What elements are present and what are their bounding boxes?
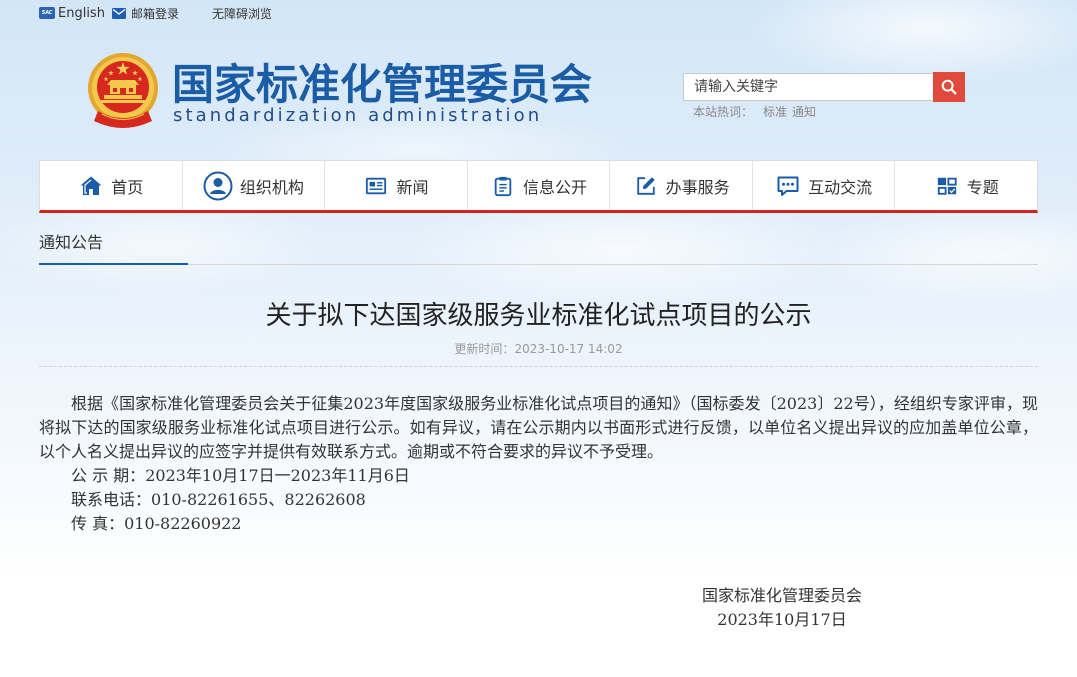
top-bar: SAC English 邮箱登录 无障碍浏览 bbox=[39, 4, 299, 22]
national-emblem-icon bbox=[86, 51, 160, 129]
article-divider bbox=[39, 366, 1038, 367]
nav-label: 信息公开 bbox=[523, 177, 588, 197]
nav-item-services[interactable]: 办事服务 bbox=[610, 161, 753, 210]
hot-words: 本站热词： 标准 通知 bbox=[693, 104, 816, 120]
hot-words-label: 本站热词： bbox=[693, 105, 754, 119]
search-button[interactable] bbox=[933, 72, 965, 102]
article-updated: 更新时间：2023-10-17 14:02 bbox=[39, 342, 1038, 356]
nav-label: 互动交流 bbox=[808, 177, 873, 197]
newspaper-icon bbox=[363, 173, 389, 199]
period-value: 2023年10月17日一2023年11月6日 bbox=[145, 466, 410, 485]
hot-word-link[interactable]: 通知 bbox=[792, 104, 816, 120]
nav-item-news[interactable]: 新闻 bbox=[325, 161, 468, 210]
signature-org: 国家标准化管理委员会 bbox=[701, 586, 862, 605]
section-divider bbox=[39, 264, 1038, 265]
phone-label: 联系电话： bbox=[71, 490, 152, 509]
phone-value: 010-82261655、82262608 bbox=[151, 490, 366, 509]
clipboard-icon bbox=[490, 173, 516, 199]
publicity-period: 公 示 期：2023年10月17日一2023年11月6日 bbox=[39, 464, 1038, 488]
period-label: 公 示 期： bbox=[71, 466, 146, 485]
fax-label: 传 真： bbox=[71, 514, 125, 533]
nav-label: 新闻 bbox=[396, 177, 429, 197]
search-icon bbox=[940, 78, 958, 96]
site-title: 国家标准化管理委员会 bbox=[172, 60, 593, 109]
accessibility-link[interactable]: 无障碍浏览 bbox=[212, 4, 272, 22]
edit-icon bbox=[633, 173, 659, 199]
article-paragraph: 根据《国家标准化管理委员会关于征集2023年度国家级服务业标准化试点项目的通知》… bbox=[39, 394, 1038, 461]
accessibility-label: 无障碍浏览 bbox=[212, 6, 273, 21]
english-label: English bbox=[58, 5, 105, 21]
contact-phone: 联系电话：010-82261655、82262608 bbox=[39, 488, 1038, 512]
envelope-icon bbox=[112, 7, 126, 19]
section-title[interactable]: 通知公告 bbox=[39, 232, 103, 254]
home-icon bbox=[78, 173, 104, 199]
main-nav: 首页 组织机构 新闻 信息公开 办事服务 互动交流 专题 bbox=[39, 160, 1038, 213]
nav-item-info-disclosure[interactable]: 信息公开 bbox=[468, 161, 611, 210]
nav-item-organization[interactable]: 组织机构 bbox=[183, 161, 326, 210]
contact-fax: 传 真：010-82260922 bbox=[39, 512, 1038, 536]
nav-label: 办事服务 bbox=[665, 177, 730, 197]
nav-label: 专题 bbox=[966, 177, 999, 197]
section-underline bbox=[39, 263, 188, 265]
user-circle-icon bbox=[203, 171, 233, 201]
nav-item-interaction[interactable]: 互动交流 bbox=[753, 161, 896, 210]
nav-item-topics[interactable]: 专题 bbox=[895, 161, 1037, 210]
nav-label: 首页 bbox=[111, 177, 144, 197]
sac-logo-icon: SAC bbox=[39, 7, 55, 19]
article-title: 关于拟下达国家级服务业标准化试点项目的公示 bbox=[265, 301, 812, 331]
site-subtitle: standardization administration bbox=[173, 105, 543, 126]
nav-item-home[interactable]: 首页 bbox=[40, 161, 183, 210]
updated-label: 更新时间： bbox=[454, 342, 515, 356]
mail-login-link[interactable]: 邮箱登录 bbox=[112, 4, 179, 22]
signature: 国家标准化管理委员会 2023年10月17日 bbox=[682, 584, 882, 632]
fax-value: 010-82260922 bbox=[124, 514, 242, 533]
article-body: 根据《国家标准化管理委员会关于征集2023年度国家级服务业标准化试点项目的通知》… bbox=[39, 392, 1038, 536]
search-input[interactable] bbox=[683, 73, 934, 101]
english-link[interactable]: SAC English bbox=[39, 4, 105, 22]
mail-login-label: 邮箱登录 bbox=[131, 6, 180, 21]
signature-date: 2023年10月17日 bbox=[717, 610, 847, 629]
topic-icon bbox=[934, 173, 960, 199]
chat-icon bbox=[775, 173, 801, 199]
hot-word-link[interactable]: 标准 bbox=[763, 104, 787, 120]
updated-time: 2023-10-17 14:02 bbox=[514, 342, 623, 356]
nav-label: 组织机构 bbox=[239, 177, 304, 197]
